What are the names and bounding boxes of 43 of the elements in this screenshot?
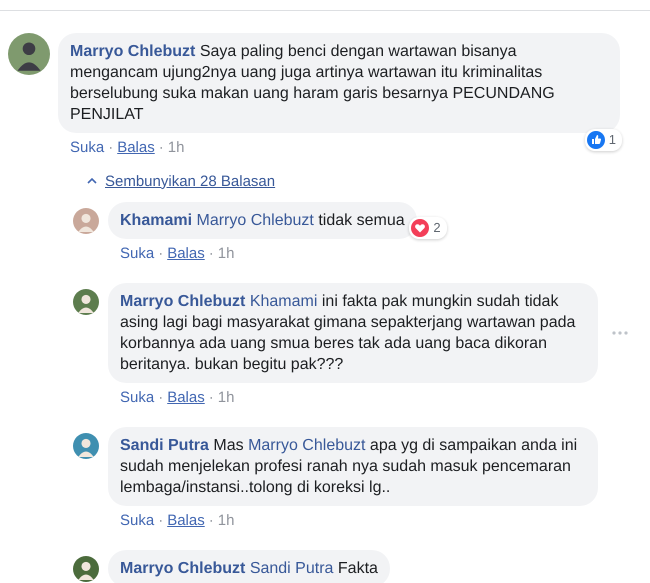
- separator: ·: [208, 512, 214, 530]
- separator: ·: [158, 139, 164, 157]
- timestamp[interactable]: 1h: [218, 388, 234, 406]
- separator: ·: [208, 244, 214, 262]
- timestamp[interactable]: 1h: [218, 244, 234, 262]
- timestamp[interactable]: 1h: [168, 139, 184, 157]
- separator: ·: [158, 512, 164, 530]
- toggle-replies-link[interactable]: Sembunyikan 28 Balasan: [87, 172, 276, 190]
- separator: ·: [208, 388, 214, 406]
- chevron-up-icon: [87, 178, 97, 184]
- comment-text: Marryo Chlebuzt Sandi Putra Fakta: [120, 558, 378, 578]
- mention-link[interactable]: Khamami: [250, 292, 318, 310]
- comment-text: Marryo Chlebuzt Saya paling benci dengan wartawan bisanya mengancam ujung2nya uang juga artinya wartawan itu kriminalitas berselubung suka makan uang haram garis besarnya PECUNDANG PENJILAT: [70, 42, 556, 125]
- separator: ·: [158, 244, 164, 262]
- avatar[interactable]: [8, 33, 50, 75]
- action-link[interactable]: Suka: [120, 512, 154, 530]
- reaction-badge[interactable]: 1: [584, 129, 622, 151]
- avatar[interactable]: [73, 288, 99, 314]
- action-link[interactable]: Balas: [167, 244, 205, 262]
- mention-link[interactable]: Marryo Chlebuzt: [196, 212, 314, 228]
- comment-text: Khamami Marryo Chlebuzt tidak semua: [120, 210, 405, 230]
- action-link[interactable]: Suka: [70, 139, 104, 157]
- reaction-count: 2: [433, 220, 441, 236]
- author-link[interactable]: Marryo Chlebuzt: [120, 292, 246, 310]
- reaction-count: 1: [608, 132, 616, 148]
- action-link[interactable]: Suka: [120, 244, 154, 262]
- action-link[interactable]: Balas: [117, 139, 155, 157]
- mention-link[interactable]: Marryo Chlebuzt: [248, 436, 366, 454]
- avatar[interactable]: [73, 556, 99, 582]
- author-link[interactable]: Marryo Chlebuzt: [120, 560, 246, 576]
- separator: ·: [158, 388, 164, 406]
- author-link[interactable]: Sandi Putra: [120, 436, 209, 454]
- action-link[interactable]: Balas: [167, 388, 205, 406]
- comment-text: Sandi Putra Mas Marryo Chlebuzt apa yg di sampaikan anda ini sudah menjelekan profesi ranah nya sudah masuk pencemaran lembaga/instansi..tolong di koreksi lg..: [120, 436, 578, 498]
- author-link[interactable]: Khamami: [120, 212, 192, 228]
- timestamp[interactable]: 1h: [218, 512, 234, 530]
- action-link[interactable]: Balas: [167, 512, 205, 530]
- action-link[interactable]: Suka: [120, 388, 154, 406]
- mention-link[interactable]: Sandi Putra: [250, 560, 334, 576]
- reaction-badge[interactable]: 2: [409, 216, 447, 238]
- separator: ·: [108, 139, 114, 157]
- comment-text: Marryo Chlebuzt Khamami ini fakta pak mungkin sudah tidak asing lagi bagi masyarakat gimana sepakterjang wartawan pada korbannya ada uang smua beres tak ada uang baca dikoran beritanya. bukan begitu pak???: [120, 292, 576, 374]
- author-link[interactable]: Marryo Chlebuzt: [70, 43, 196, 60]
